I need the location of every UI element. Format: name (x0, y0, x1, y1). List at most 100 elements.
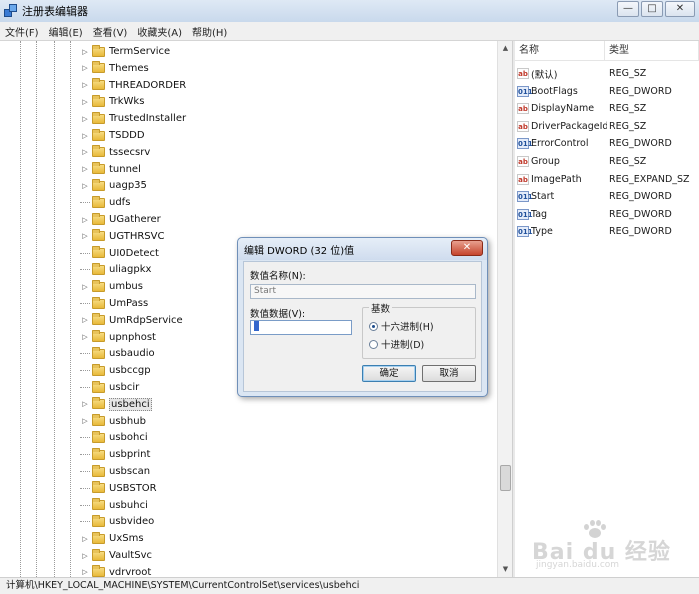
tree-item[interactable]: ▷ THREADORDER (80, 77, 186, 94)
tree-item-label: usbhub (109, 415, 146, 427)
value-data-label: 数值数据(V): (250, 309, 306, 320)
expand-arrow-icon[interactable]: ▷ (80, 115, 90, 123)
expand-arrow-icon[interactable]: ▷ (80, 417, 90, 425)
ok-button[interactable]: 确定 (362, 365, 416, 382)
expand-arrow-icon[interactable]: ▷ (80, 333, 90, 341)
values-list[interactable]: 名称 类型 ab (默认) REG_SZ 011 BootFlags REG_DWORD a… (515, 41, 699, 577)
menu-edit[interactable]: 编辑(E) (44, 24, 88, 39)
tree-item[interactable]: usbccgp (80, 362, 151, 379)
menu-favorites[interactable]: 收藏夹(A) (132, 24, 187, 39)
string-value-icon: ab (517, 173, 529, 185)
expand-arrow-icon[interactable]: ▷ (80, 81, 90, 89)
value-row[interactable]: ab ImagePath REG_EXPAND_SZ (515, 171, 690, 188)
menu-help[interactable]: 帮助(H) (187, 24, 232, 39)
tree-item[interactable]: ▷ umbus (80, 278, 143, 295)
tree-item[interactable]: UI0Detect (80, 245, 159, 262)
tree-connector (80, 521, 90, 523)
expand-arrow-icon[interactable]: ▷ (80, 568, 90, 576)
tree-item[interactable]: ▷ TrkWks (80, 93, 144, 110)
expand-arrow-icon[interactable]: ▷ (80, 182, 90, 190)
cancel-button[interactable]: 取消 (422, 365, 476, 382)
tree-item-label: THREADORDER (109, 79, 187, 91)
tree-item[interactable]: ▷ uagp35 (80, 177, 147, 194)
tree-guide-line (54, 41, 55, 577)
tree-item[interactable]: ▷ Themes (80, 60, 149, 77)
expand-arrow-icon[interactable]: ▷ (80, 98, 90, 106)
scroll-thumb[interactable] (500, 465, 511, 491)
radio-hex-icon[interactable] (369, 321, 378, 331)
tree-item[interactable]: usbaudio (80, 345, 155, 362)
menu-view[interactable]: 查看(V) (88, 24, 133, 39)
minimize-button[interactable]: — (617, 1, 639, 17)
radio-dec-icon[interactable] (369, 339, 378, 349)
column-header-name[interactable]: 名称 (515, 41, 605, 60)
dialog-close-button[interactable]: ✕ (451, 240, 483, 256)
tree-item[interactable]: usbprint (80, 446, 150, 463)
tree-item[interactable]: ▷ vdrvroot (80, 564, 151, 577)
tree-item[interactable]: ▷ upnphost (80, 329, 156, 346)
tree-guide-line (70, 41, 71, 577)
expand-arrow-icon[interactable]: ▷ (80, 64, 90, 72)
tree-item[interactable]: ▷ TrustedInstaller (80, 110, 186, 127)
tree-guide-line (20, 41, 21, 577)
radio-dec[interactable]: 十进制(D) (369, 337, 424, 351)
value-row[interactable]: ab DriverPackageId REG_SZ (515, 118, 646, 135)
expand-arrow-icon[interactable]: ▷ (80, 232, 90, 240)
folder-icon (92, 61, 105, 74)
tree-item[interactable]: ▷ UmRdpService (80, 312, 183, 329)
scroll-up-icon[interactable]: ▲ (498, 41, 513, 56)
expand-arrow-icon[interactable]: ▷ (80, 400, 90, 408)
tree-item[interactable]: UmPass (80, 295, 148, 312)
expand-arrow-icon[interactable]: ▷ (80, 48, 90, 56)
tree-item[interactable]: usbohci (80, 429, 148, 446)
menu-file[interactable]: 文件(F) (0, 24, 44, 39)
value-row[interactable]: 011 Type REG_DWORD (515, 223, 672, 240)
value-row[interactable]: ab (默认) REG_SZ (515, 65, 646, 82)
text-caret (254, 320, 259, 331)
tree-item[interactable]: ▷ TermService (80, 43, 170, 60)
tree-item[interactable]: ▷ VaultSvc (80, 547, 152, 564)
tree-item[interactable]: ▷ UGatherer (80, 211, 161, 228)
tree-item[interactable]: ▷ UGTHRSVC (80, 228, 164, 245)
tree-item[interactable]: ▷ usbhub (80, 413, 146, 430)
tree-item[interactable]: usbuhci (80, 497, 148, 514)
tree-item[interactable]: USBSTOR (80, 480, 157, 497)
tree-item[interactable]: ▷ tssecsrv (80, 144, 150, 161)
tree-item[interactable]: ▷ tunnel (80, 161, 141, 178)
expand-arrow-icon[interactable]: ▷ (80, 165, 90, 173)
tree-item[interactable]: uliagpkx (80, 261, 151, 278)
tree-item[interactable]: udfs (80, 194, 130, 211)
value-name: Group (531, 156, 560, 167)
folder-icon (92, 481, 105, 494)
column-header-type[interactable]: 类型 (605, 41, 699, 60)
expand-arrow-icon[interactable]: ▷ (80, 552, 90, 560)
tree-item[interactable]: usbscan (80, 463, 150, 480)
tree-item[interactable]: ▷ usbehci (80, 396, 152, 413)
value-data-input[interactable]: 3 (250, 320, 352, 335)
scroll-down-icon[interactable]: ▼ (498, 562, 513, 577)
expand-arrow-icon[interactable]: ▷ (80, 148, 90, 156)
tree-item[interactable]: usbvideo (80, 513, 154, 530)
value-row[interactable]: 011 Tag REG_DWORD (515, 206, 672, 223)
tree-connector (80, 437, 90, 439)
tree-item-label: UGTHRSVC (109, 230, 165, 242)
maximize-button[interactable]: □ (641, 1, 663, 17)
expand-arrow-icon[interactable]: ▷ (80, 283, 90, 291)
tree-item[interactable]: usbcir (80, 379, 139, 396)
tree-scrollbar[interactable]: ▲ ▼ (497, 41, 512, 577)
base-group: 基数 十六进制(H) 十进制(D) (362, 301, 476, 359)
expand-arrow-icon[interactable]: ▷ (80, 316, 90, 324)
value-row[interactable]: 011 ErrorControl REG_DWORD (515, 135, 672, 152)
tree-item[interactable]: ▷ UxSms (80, 530, 144, 547)
tree-item[interactable]: ▷ TSDDD (80, 127, 145, 144)
value-name: DisplayName (531, 103, 595, 115)
expand-arrow-icon[interactable]: ▷ (80, 216, 90, 224)
value-row[interactable]: ab DisplayName REG_SZ (515, 100, 646, 117)
value-row[interactable]: 011 BootFlags REG_DWORD (515, 83, 672, 100)
value-row[interactable]: 011 Start REG_DWORD (515, 188, 672, 205)
value-row[interactable]: ab Group REG_SZ (515, 153, 646, 170)
close-button[interactable]: ✕ (665, 1, 695, 17)
expand-arrow-icon[interactable]: ▷ (80, 132, 90, 140)
expand-arrow-icon[interactable]: ▷ (80, 535, 90, 543)
radio-hex[interactable]: 十六进制(H) (369, 319, 434, 333)
